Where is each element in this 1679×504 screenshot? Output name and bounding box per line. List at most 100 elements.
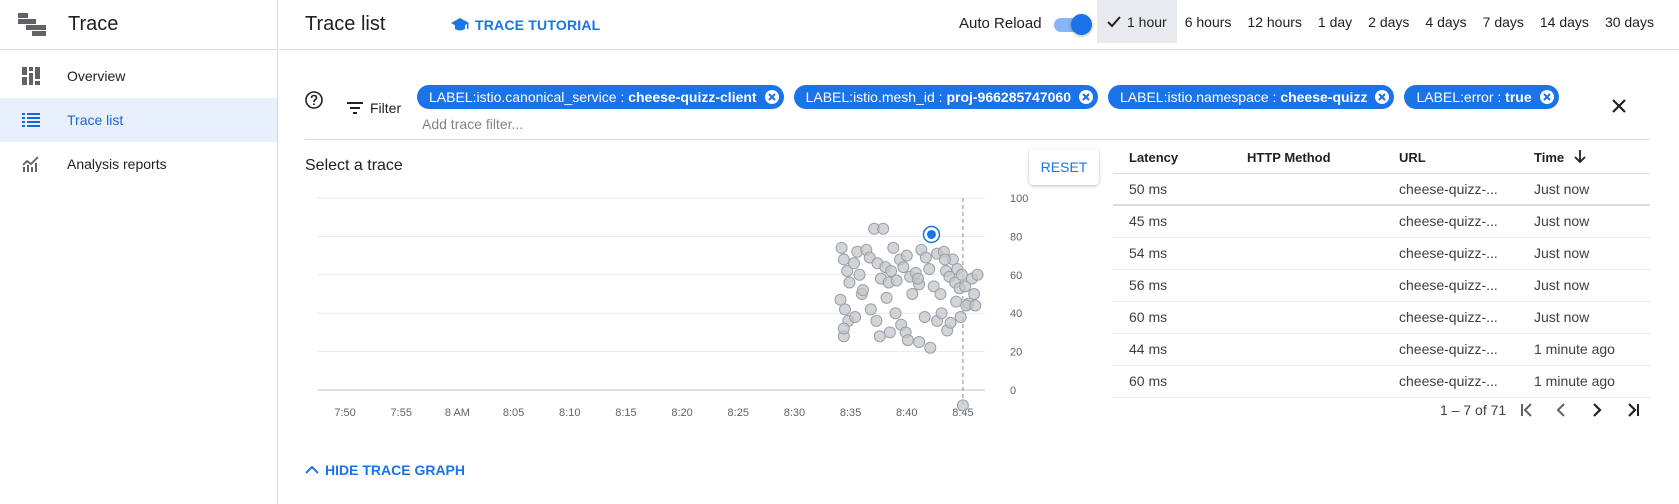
trace-point[interactable] bbox=[837, 253, 850, 266]
trace-point[interactable] bbox=[954, 311, 967, 324]
next-page-button[interactable] bbox=[1592, 403, 1602, 417]
trace-point[interactable] bbox=[944, 316, 957, 329]
cell-http-method bbox=[1231, 269, 1383, 302]
trace-point[interactable] bbox=[934, 288, 947, 300]
trace-point[interactable] bbox=[906, 288, 919, 300]
column-header-time[interactable]: Time bbox=[1518, 142, 1650, 174]
filter-button[interactable]: Filter bbox=[347, 100, 401, 116]
trace-tutorial-button[interactable]: TRACE TUTORIAL bbox=[451, 17, 600, 33]
auto-reload-toggle[interactable] bbox=[1053, 13, 1092, 35]
trace-point[interactable] bbox=[870, 314, 883, 327]
y-tick-label: 20 bbox=[1010, 347, 1022, 359]
time-range-6-hours[interactable]: 6 hours bbox=[1177, 0, 1240, 43]
cell-latency: 60 ms bbox=[1113, 301, 1231, 334]
filter-chip[interactable]: LABEL:istio.canonical_service : cheese-q… bbox=[417, 85, 784, 109]
filter-chip[interactable]: LABEL:istio.namespace : cheese-quizz bbox=[1108, 85, 1395, 109]
trace-point[interactable] bbox=[889, 307, 902, 320]
trace-point[interactable] bbox=[924, 341, 937, 354]
trace-point[interactable] bbox=[956, 399, 969, 412]
column-header-latency[interactable]: Latency bbox=[1113, 142, 1231, 174]
top-header: Trace list TRACE TUTORIAL Auto Reload 1 … bbox=[279, 0, 1679, 50]
filter-chip[interactable]: LABEL:istio.mesh_id : proj-966285747060 bbox=[793, 85, 1098, 109]
trace-point[interactable] bbox=[971, 268, 984, 281]
help-icon[interactable] bbox=[304, 90, 324, 113]
cell-latency: 60 ms bbox=[1113, 365, 1231, 398]
reset-button[interactable]: RESET bbox=[1029, 149, 1099, 185]
trace-point[interactable] bbox=[849, 311, 862, 324]
table-row[interactable]: 45 ms cheese-quizz-... Just now bbox=[1113, 205, 1650, 238]
trace-point[interactable] bbox=[913, 336, 926, 348]
trace-point[interactable] bbox=[853, 268, 866, 281]
trace-point[interactable] bbox=[938, 253, 951, 266]
trace-point[interactable] bbox=[838, 303, 851, 316]
trace-point[interactable] bbox=[864, 303, 877, 316]
trace-point[interactable] bbox=[901, 334, 914, 347]
time-range-2-days[interactable]: 2 days bbox=[1360, 0, 1417, 43]
time-range-14-days[interactable]: 14 days bbox=[1532, 0, 1597, 43]
table-row[interactable]: 54 ms cheese-quizz-... Just now bbox=[1113, 237, 1650, 270]
close-icon bbox=[1612, 99, 1626, 113]
trace-point[interactable] bbox=[950, 295, 963, 308]
time-range-12-hours[interactable]: 12 hours bbox=[1239, 0, 1309, 43]
trace-point[interactable] bbox=[843, 276, 856, 289]
filter-chip[interactable]: LABEL:error : true bbox=[1404, 85, 1559, 109]
filter-chip-key: LABEL:istio.namespace : bbox=[1120, 89, 1281, 105]
remove-chip-icon[interactable] bbox=[764, 89, 780, 105]
trace-point[interactable] bbox=[877, 222, 890, 235]
sidebar-item-analysis-reports[interactable]: Analysis reports bbox=[0, 142, 277, 186]
cell-url: cheese-quizz-... bbox=[1383, 237, 1518, 270]
trace-point[interactable] bbox=[969, 299, 982, 312]
remove-chip-icon[interactable] bbox=[1539, 89, 1555, 105]
cell-time: 1 minute ago bbox=[1518, 365, 1650, 398]
trace-point[interactable] bbox=[873, 330, 886, 343]
table-row[interactable]: 60 ms cheese-quizz-... Just now bbox=[1113, 301, 1650, 334]
trace-point[interactable] bbox=[918, 311, 931, 324]
remove-chip-icon[interactable] bbox=[1078, 89, 1094, 105]
sidebar-item-overview[interactable]: Overview bbox=[0, 54, 277, 98]
time-range-30-days[interactable]: 30 days bbox=[1597, 0, 1662, 43]
column-header-http-method[interactable]: HTTP Method bbox=[1231, 142, 1383, 174]
trace-point[interactable] bbox=[897, 261, 910, 274]
trace-point[interactable] bbox=[923, 263, 936, 276]
time-range-label: 2 days bbox=[1368, 13, 1410, 30]
trace-point[interactable] bbox=[880, 291, 893, 304]
time-range-1-day[interactable]: 1 day bbox=[1310, 0, 1360, 43]
chart-title: Select a trace bbox=[305, 157, 403, 174]
filter-chip-key: LABEL:istio.mesh_id : bbox=[805, 89, 947, 105]
table-row[interactable]: 56 ms cheese-quizz-... Just now bbox=[1113, 269, 1650, 302]
last-page-button[interactable] bbox=[1626, 403, 1640, 417]
trace-point[interactable] bbox=[968, 288, 981, 300]
trace-point[interactable] bbox=[837, 322, 850, 335]
column-header-url[interactable]: URL bbox=[1383, 142, 1518, 174]
previous-page-button[interactable] bbox=[1556, 403, 1566, 417]
trace-point[interactable] bbox=[883, 326, 896, 339]
time-range-label: 12 hours bbox=[1247, 13, 1302, 30]
trace-point[interactable] bbox=[890, 274, 903, 287]
trace-point[interactable] bbox=[885, 264, 898, 277]
table-row[interactable]: 44 ms cheese-quizz-... 1 minute ago bbox=[1113, 333, 1650, 366]
trace-point[interactable] bbox=[935, 307, 948, 320]
trace-point[interactable] bbox=[856, 284, 869, 297]
trace-point[interactable] bbox=[847, 257, 860, 270]
selected-trace-point[interactable] bbox=[926, 229, 936, 239]
trace-point[interactable] bbox=[919, 251, 932, 264]
page-title: Trace list bbox=[305, 13, 386, 35]
clear-filters-button[interactable] bbox=[1611, 98, 1627, 117]
trace-point[interactable] bbox=[911, 272, 924, 285]
remove-chip-icon[interactable] bbox=[1374, 89, 1390, 105]
sidebar-item-trace-list[interactable]: Trace list bbox=[0, 98, 277, 142]
trace-point[interactable] bbox=[900, 249, 913, 262]
table-row[interactable]: 50 ms cheese-quizz-... Just now bbox=[1113, 173, 1650, 206]
time-range-1-hour[interactable]: 1 hour bbox=[1097, 0, 1177, 43]
time-range-4-days[interactable]: 4 days bbox=[1417, 0, 1474, 43]
trace-scatter-chart[interactable]: 0 20 40 60 80 100 7:50 7:55 8 AM 8:05 8:10 8:15 8:20… bbox=[305, 190, 1065, 430]
trace-point[interactable] bbox=[955, 268, 968, 281]
table-row[interactable]: 60 ms cheese-quizz-... 1 minute ago bbox=[1113, 365, 1650, 398]
cell-http-method bbox=[1231, 173, 1383, 206]
time-range-7-days[interactable]: 7 days bbox=[1475, 0, 1532, 43]
hide-trace-graph-button[interactable]: HIDE TRACE GRAPH bbox=[305, 462, 465, 478]
trace-filter-input[interactable] bbox=[422, 116, 1022, 132]
trace-point[interactable] bbox=[887, 241, 900, 254]
trace-point[interactable] bbox=[835, 241, 848, 254]
first-page-button[interactable] bbox=[1520, 403, 1534, 417]
